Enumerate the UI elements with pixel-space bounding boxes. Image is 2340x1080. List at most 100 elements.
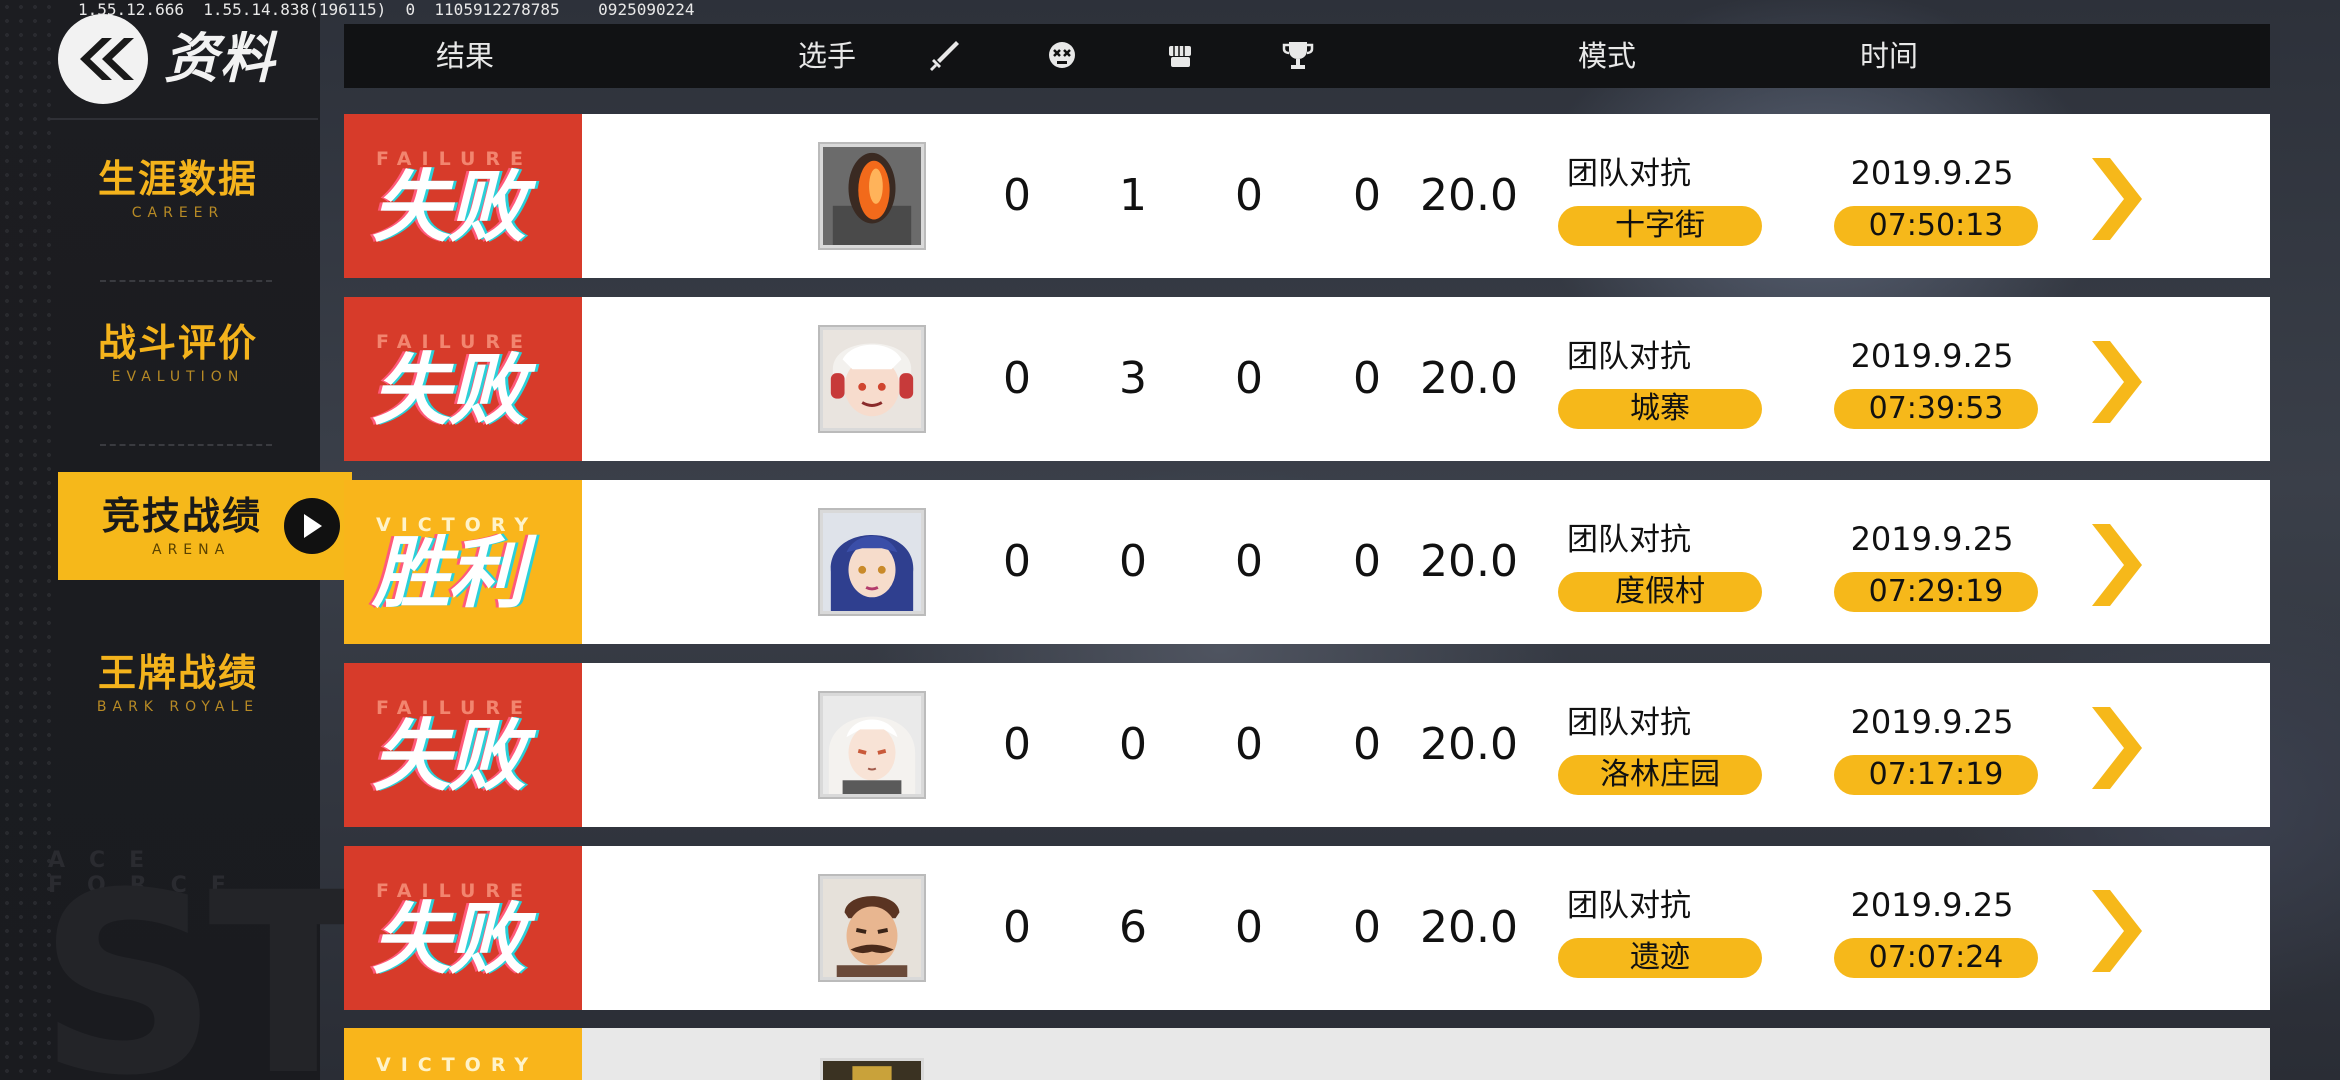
- header-player: 选手: [798, 39, 857, 73]
- player-avatar: [820, 876, 924, 980]
- sidebar-item-sublabel: ARENA: [152, 542, 231, 558]
- date-label: 2019.9.25: [1850, 520, 2014, 558]
- result-label-en: VICTORY: [376, 1054, 539, 1076]
- result-badge: FAILURE 失败: [344, 114, 582, 278]
- chevron-right-icon[interactable]: [2088, 888, 2144, 974]
- result-label: 胜利: [372, 529, 526, 619]
- map-badge: 遗迹: [1558, 938, 1762, 978]
- play-icon: [284, 498, 340, 554]
- sidebar-item-label: 生涯数据: [97, 157, 258, 201]
- date-label: 2019.9.25: [1850, 703, 2014, 741]
- chevron-right-icon[interactable]: [2088, 705, 2144, 791]
- deaths-value: 6: [1119, 902, 1147, 953]
- player-avatar: [820, 327, 924, 431]
- chevron-right-icon[interactable]: [2088, 522, 2144, 608]
- table-row[interactable]: FAILURE 失败 0 3 0 0 20.0 团队对抗 城寨 2019.9.2…: [344, 297, 2270, 461]
- table-row[interactable]: FAILURE 失败 0 6 0 0 20.0 团队对抗 遗迹 2019.9.2…: [344, 846, 2270, 1010]
- result-badge: VICTORY 胜利: [344, 480, 582, 644]
- chevron-right-icon[interactable]: [2088, 156, 2144, 242]
- time-badge: 07:39:53: [1834, 389, 2038, 429]
- player-avatar: [820, 510, 924, 614]
- result-label: 失败: [372, 346, 526, 436]
- score-value: 20.0: [1420, 719, 1518, 770]
- debug-info: 1.55.12.666 1.55.14.838(196115) 0 110591…: [78, 0, 695, 19]
- assists-value: 0: [1235, 170, 1263, 221]
- table-row[interactable]: FAILURE 失败 0 0 0 0 20.0 团队对抗 洛林庄园 2019.9…: [344, 663, 2270, 827]
- deaths-value: 1: [1119, 170, 1147, 221]
- sidebar-item-evaluation[interactable]: 战斗评价 EVALUTION: [58, 298, 298, 408]
- header-time: 时间: [1860, 39, 1919, 73]
- time-badge: 07:50:13: [1834, 206, 2038, 246]
- result-badge: FAILURE 失败: [344, 846, 582, 1010]
- result-badge: FAILURE 失败: [344, 663, 582, 827]
- sidebar-item-career[interactable]: 生涯数据 CAREER: [58, 134, 298, 244]
- score-value: 20.0: [1420, 170, 1518, 221]
- date-label: 2019.9.25: [1850, 337, 2014, 375]
- score-value: 20.0: [1420, 353, 1518, 404]
- map-badge: 十字街: [1558, 206, 1762, 246]
- date-label: 2019.9.25: [1850, 886, 2014, 924]
- time-badge: 07:07:24: [1834, 938, 2038, 978]
- sword-icon: [930, 41, 959, 71]
- back-button[interactable]: [58, 14, 148, 104]
- player-avatar: [820, 693, 924, 797]
- deaths-value: 3: [1119, 353, 1147, 404]
- mode-label: 团队对抗: [1567, 705, 1691, 741]
- table-row[interactable]: FAILURE 失败 0 1 0 0 20.0 团队对抗 十字街 2019.9.…: [344, 114, 2270, 278]
- result-badge: VICTORY: [344, 1028, 582, 1080]
- kills-value: 0: [1003, 536, 1031, 587]
- map-badge: 城寨: [1558, 389, 1762, 429]
- watermark-logo: ST: [38, 839, 379, 1080]
- double-chevron-left-icon: [80, 38, 134, 80]
- mode-label: 团队对抗: [1567, 156, 1691, 192]
- sidebar: 资料 生涯数据 CAREER 战斗评价 EVALUTION 竞技战绩 ARENA…: [0, 0, 379, 1080]
- sidebar-item-bark-royale[interactable]: 王牌战绩 BARK ROYALE: [58, 628, 298, 738]
- page-title: 资料: [164, 27, 276, 90]
- player-avatar: [820, 144, 924, 248]
- chevron-right-icon[interactable]: [2088, 339, 2144, 425]
- date-label: 2019.9.25: [1850, 154, 2014, 192]
- header-mode: 模式: [1578, 39, 1637, 73]
- fist-icon: [1169, 46, 1191, 67]
- sidebar-item-arena[interactable]: 竞技战绩 ARENA: [58, 472, 352, 580]
- assists-value: 0: [1235, 902, 1263, 953]
- table-row[interactable]: VICTORY 胜利 0 0 0 0 20.0 团队对抗 度假村 2019.9.…: [344, 480, 2270, 644]
- score-value: 20.0: [1420, 902, 1518, 953]
- sidebar-item-sublabel: EVALUTION: [111, 369, 245, 385]
- mode-label: 团队对抗: [1567, 888, 1691, 924]
- kills-value: 0: [1003, 170, 1031, 221]
- time-badge: 07:17:19: [1834, 755, 2038, 795]
- kills-value: 0: [1003, 719, 1031, 770]
- player-avatar: [820, 1058, 924, 1080]
- kills-value: 0: [1003, 902, 1031, 953]
- skull-icon: [1049, 42, 1075, 68]
- time-badge: 07:29:19: [1834, 572, 2038, 612]
- map-badge: 度假村: [1558, 572, 1762, 612]
- sidebar-item-label: 王牌战绩: [97, 651, 258, 695]
- map-badge: 洛林庄园: [1558, 755, 1762, 795]
- divider: [48, 118, 318, 120]
- trophy-icon: [1282, 42, 1314, 69]
- result-label: 失败: [372, 163, 526, 253]
- sidebar-item-sublabel: BARK ROYALE: [96, 699, 260, 715]
- score-value: 20.0: [1420, 536, 1518, 587]
- sidebar-item-sublabel: CAREER: [131, 205, 225, 221]
- assists-value: 0: [1235, 536, 1263, 587]
- mode-label: 团队对抗: [1567, 522, 1691, 558]
- sidebar-item-label: 战斗评价: [97, 321, 258, 365]
- divider: [100, 444, 272, 446]
- table-header: 结果 选手 模式 时间: [344, 24, 2270, 88]
- result-label: 失败: [372, 712, 526, 802]
- deaths-value: 0: [1119, 719, 1147, 770]
- result-label: 失败: [372, 895, 526, 985]
- sidebar-item-label: 竞技战绩: [102, 494, 263, 538]
- assists-value: 0: [1235, 353, 1263, 404]
- kills-value: 0: [1003, 353, 1031, 404]
- deaths-value: 0: [1119, 536, 1147, 587]
- table-row[interactable]: VICTORY: [344, 1028, 2270, 1080]
- header-result: 结果: [436, 39, 495, 73]
- divider: [100, 280, 272, 282]
- assists-value: 0: [1235, 719, 1263, 770]
- result-badge: FAILURE 失败: [344, 297, 582, 461]
- mode-label: 团队对抗: [1567, 339, 1691, 375]
